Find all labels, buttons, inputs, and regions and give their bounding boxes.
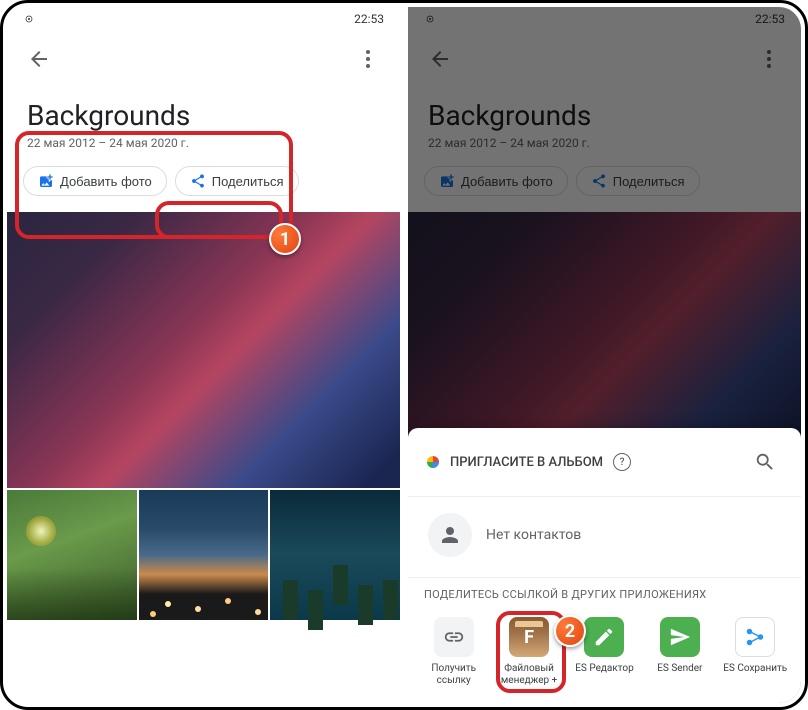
link-icon xyxy=(434,617,474,657)
app-label-link: Получить ссылку xyxy=(418,663,490,687)
hero-photo[interactable] xyxy=(7,212,400,488)
add-photo-label: Добавить фото xyxy=(60,174,152,189)
google-photos-icon xyxy=(424,453,442,471)
more-button[interactable] xyxy=(348,39,388,79)
other-apps-label: ПОДЕЛИТЕСЬ ССЫЛКОЙ В ДРУГИХ ПРИЛОЖЕНИЯХ xyxy=(408,577,801,611)
app-label-file: Файловый менеджер + xyxy=(493,663,565,687)
es-sender-icon xyxy=(660,617,700,657)
es-save-icon xyxy=(735,617,775,657)
contact-avatar xyxy=(428,513,472,557)
app-label-es3: ES Сохранить xyxy=(723,663,787,675)
share-apps-row: Получить ссылку F Файловый менеджер + ES… xyxy=(408,611,801,703)
share-icon xyxy=(190,173,206,189)
app-get-link[interactable]: Получить ссылку xyxy=(418,617,490,687)
thumbnail-row xyxy=(7,490,400,620)
invite-title: ПРИГЛАСИТЕ В АЛЬБОМ xyxy=(450,455,603,470)
file-manager-icon: F xyxy=(509,617,549,657)
phone-left: 22:53 Backgrounds 22 мая 2012 – 24 мая 2… xyxy=(7,7,400,703)
app-file-manager[interactable]: F Файловый менеджер + xyxy=(493,617,565,687)
help-icon[interactable]: ? xyxy=(613,453,631,471)
status-time: 22:53 xyxy=(354,12,384,26)
thumbnail-1[interactable] xyxy=(7,490,137,620)
app-es-editor[interactable]: ES Редактор xyxy=(568,617,640,687)
app-es-sender[interactable]: ES Sender xyxy=(644,617,716,687)
thumbnail-3[interactable] xyxy=(270,490,400,620)
es-editor-icon xyxy=(584,617,624,657)
top-bar xyxy=(7,31,400,87)
app-label-es2: ES Sender xyxy=(657,663,702,675)
search-button[interactable] xyxy=(745,442,785,482)
album-date: 22 мая 2012 – 24 мая 2020 г. xyxy=(27,136,380,150)
status-bar: 22:53 xyxy=(7,7,400,31)
share-chip[interactable]: Поделиться xyxy=(175,166,299,196)
sheet-header: ПРИГЛАСИТЕ В АЛЬБОМ ? xyxy=(408,428,801,497)
more-vert-icon xyxy=(356,47,380,71)
album-title: Backgrounds xyxy=(27,99,380,132)
action-row: Добавить фото Поделиться xyxy=(7,166,400,212)
app-label-es1: ES Редактор xyxy=(575,663,633,675)
no-contacts-text: Нет контактов xyxy=(486,527,581,543)
status-left-icons xyxy=(23,13,35,25)
share-label: Поделиться xyxy=(212,174,284,189)
album-header: Backgrounds 22 мая 2012 – 24 мая 2020 г. xyxy=(7,87,400,166)
phone-right: 22:53 Backgrounds 22 мая 2012 – 24 мая 2… xyxy=(408,7,801,703)
contact-row[interactable]: Нет контактов xyxy=(408,497,801,577)
search-icon xyxy=(754,451,776,473)
arrow-left-icon xyxy=(27,47,51,71)
add-photo-icon xyxy=(38,173,54,189)
back-button[interactable] xyxy=(19,39,59,79)
add-photo-chip[interactable]: Добавить фото xyxy=(23,166,167,196)
thumbnail-2[interactable] xyxy=(139,490,269,620)
share-sheet: ПРИГЛАСИТЕ В АЛЬБОМ ? Нет контактов ПОДЕ… xyxy=(408,428,801,703)
photos-area xyxy=(7,212,400,620)
person-icon xyxy=(438,523,462,547)
app-es-save[interactable]: ES Сохранить xyxy=(719,617,791,687)
